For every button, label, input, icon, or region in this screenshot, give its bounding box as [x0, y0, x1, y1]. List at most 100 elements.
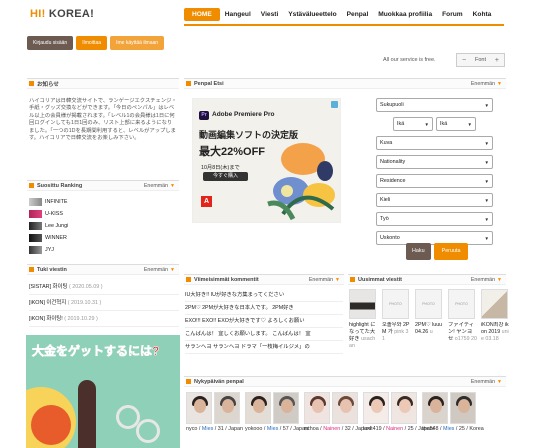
gender-value: Sukupuoli	[380, 102, 404, 108]
newest-thumbnail: PHOTO	[448, 289, 475, 319]
support-text: [SISTAR] 화이팅	[29, 284, 68, 290]
ranking-item[interactable]: INFINITE	[29, 196, 68, 208]
ad-decoration	[136, 419, 160, 443]
penpal-photos	[422, 392, 476, 424]
comment-item[interactable]: IU大好き!! IUが好きな方集まってください	[185, 289, 343, 302]
ranking-item[interactable]: JYJ	[29, 244, 68, 256]
rank-thumbnail	[29, 246, 42, 254]
support-date: ( 2019.10.31 )	[67, 300, 102, 306]
newest-item[interactable]: iKON최강 ikon 2019 unie 03.18	[481, 289, 510, 350]
religion-value: Uskonto	[380, 235, 400, 241]
gender-select[interactable]: Sukupuoli ▼	[376, 98, 493, 112]
support-text: [iKON] 화이팅!	[29, 316, 63, 322]
nav-edit-profile[interactable]: Muokkaa profiilia	[373, 8, 437, 21]
comment-item[interactable]: EXO!!! EXO!! EXOが大好きです♡ よろしくお願い	[185, 315, 343, 328]
free-join-button[interactable]: Ime käyttää ilmaan	[110, 36, 165, 50]
account-buttons: Kirjaudu sisään Ilmoittaa Ime käyttää il…	[27, 36, 165, 50]
age-from-value: Ikä	[397, 121, 405, 127]
newest-item[interactable]: highlight になってた大好き usachan	[349, 289, 378, 350]
ranking-more-link[interactable]: Enemmän ▼	[144, 183, 175, 189]
newest-text: ファイティン! ヤンヨセ o1759 20	[448, 322, 477, 350]
newest-more-link[interactable]: Enemmän ▼	[471, 277, 502, 283]
support-title: Tuki viestin	[37, 266, 67, 273]
advertisement-left[interactable]: 大金をゲットするには?	[26, 335, 180, 448]
nav-home[interactable]: HOME	[184, 8, 220, 21]
newest-item[interactable]: PHOTO 2PM♡ luuu 04.26 u	[415, 289, 444, 350]
search-button[interactable]: Haku	[406, 243, 431, 260]
penpal-search-title: Penpal Etsi	[194, 80, 224, 87]
nav-penpal[interactable]: Penpal	[342, 8, 374, 21]
nav-hangeul[interactable]: Hangeul	[220, 8, 256, 21]
site-logo[interactable]: HI! KOREA!	[30, 8, 94, 20]
penpal-card[interactable]: nchoa / Nainen / 32 / Japani	[304, 392, 372, 433]
support-date: ( 2019.10.29 )	[64, 316, 98, 322]
todays-penpals-more-link[interactable]: Enemmän ▼	[471, 379, 502, 385]
ranking-item[interactable]: Lee Jungi	[29, 220, 68, 232]
newest-thumbnail	[349, 289, 376, 319]
penpal-gender: Mies	[266, 426, 279, 432]
penpal-name: the548	[422, 426, 439, 432]
ranking-item[interactable]: U-KISS	[29, 208, 68, 220]
ad-buy-button[interactable]: 今すぐ購入	[203, 172, 248, 181]
caret-down-icon: ▼	[170, 182, 175, 189]
penpal-search-more-link[interactable]: Enemmän ▼	[471, 81, 502, 87]
newest-text: highlight になってた大好き usachan	[349, 322, 378, 350]
font-increase-button[interactable]: +	[495, 57, 499, 64]
age-from-select[interactable]: Ikä ▼	[393, 117, 433, 131]
language-select[interactable]: Kieli ▼	[376, 193, 493, 207]
advertisement-adobe[interactable]: Pr Adobe Premiere Pro 動画編集ソフトの決定版 最大22%O…	[192, 98, 341, 223]
age-to-select[interactable]: Ikä ▼	[436, 117, 476, 131]
penpal-card[interactable]: nyco / Mies / 31 / Japan	[186, 392, 243, 433]
support-item[interactable]: [SISTAR] 화이팅 ( 2020.05.09 )	[29, 279, 179, 295]
support-more-link[interactable]: Enemmän ▼	[144, 267, 175, 273]
penpal-name: yokooo	[245, 426, 263, 432]
penpal-card[interactable]: lexlt419 / Nainen / 25 / Japani	[363, 392, 434, 433]
nav-message[interactable]: Viesti	[256, 8, 283, 21]
penpal-info: nchoa / Nainen / 32 / Japani	[304, 426, 372, 432]
nav-forum[interactable]: Forum	[437, 8, 468, 21]
job-select[interactable]: Työ ▼	[376, 212, 493, 226]
comment-item[interactable]: サランヘヨ サランヘヨ ドラマ「一枝梅イルジメ」の	[185, 341, 343, 354]
nav-point[interactable]: Kohta	[468, 8, 497, 21]
cancel-button[interactable]: Peruuta	[433, 243, 469, 260]
login-button[interactable]: Kirjaudu sisään	[27, 36, 74, 50]
chevron-down-icon: ▼	[484, 178, 489, 184]
nationality-select[interactable]: Nationality ▼	[376, 155, 493, 169]
newest-title: Uusimmat viestit	[358, 276, 403, 283]
penpal-age-country: 31 / Japan	[217, 426, 243, 432]
penpal-photos	[186, 392, 240, 424]
logo-accent: HI!	[30, 8, 46, 20]
rank-thumbnail	[29, 198, 42, 206]
support-item[interactable]: [iKON] 화이팅! ( 2019.10.29 )	[29, 311, 179, 327]
notice-title: お知らせ	[37, 81, 59, 88]
newest-item[interactable]: PHOTO ファイティン! ヤンヨセ o1759 20	[448, 289, 477, 350]
comment-item[interactable]: こんばんは！ 宜しくお願いします。 こんばんは！ 宜	[185, 328, 343, 341]
penpal-card[interactable]: yokooo / Mies / 57 / Japani	[245, 392, 309, 433]
penpal-card[interactable]: the548 / Mies / 25 / Korea	[422, 392, 484, 433]
register-button[interactable]: Ilmoittaa	[76, 36, 108, 50]
notice-header: お知らせ	[27, 78, 179, 89]
comment-item[interactable]: 2PM♡ 2PMが大好きな日本人です。 2PM好き	[185, 302, 343, 315]
support-more-label: Enemmän	[143, 266, 169, 273]
caret-down-icon: ▼	[497, 80, 502, 87]
caret-down-icon: ▼	[335, 276, 340, 283]
adchoices-icon[interactable]	[331, 101, 338, 108]
ranking-list: INFINITE U-KISS Lee Jungi WINNER JYJ	[29, 196, 68, 256]
nav-friends[interactable]: Ystävälueettelo	[283, 8, 341, 21]
comments-more-link[interactable]: Enemmän ▼	[309, 277, 340, 283]
comments-header: Viimeisimmät kommentit Enemmän ▼	[184, 274, 344, 285]
newest-text: iKON최강 ikon 2019 unie 03.18	[481, 322, 510, 350]
support-item[interactable]: [iKON] 이건혁지 ( 2019.10.31 )	[29, 295, 179, 311]
residence-select[interactable]: Residence ▼	[376, 174, 493, 188]
search-actions: Haku Peruuta	[406, 243, 469, 260]
notice-body: ハイコリアは日韓交流サイトで、ランゲージエクスチェンジ・手紙・グッズ交換などがで…	[29, 98, 177, 142]
font-label: Font	[474, 57, 486, 63]
penpal-search-more-label: Enemmän	[470, 80, 496, 87]
penpal-search-bullet-icon	[186, 81, 191, 86]
support-date: ( 2020.05.09 )	[68, 284, 103, 290]
font-decrease-button[interactable]: −	[462, 57, 466, 64]
penpal-photo	[450, 392, 476, 424]
ranking-item[interactable]: WINNER	[29, 232, 68, 244]
photo-select[interactable]: Kuva ▼	[376, 136, 493, 150]
newest-item[interactable]: PHOTO 오솔우와 2PM 가 pink 31	[382, 289, 411, 350]
